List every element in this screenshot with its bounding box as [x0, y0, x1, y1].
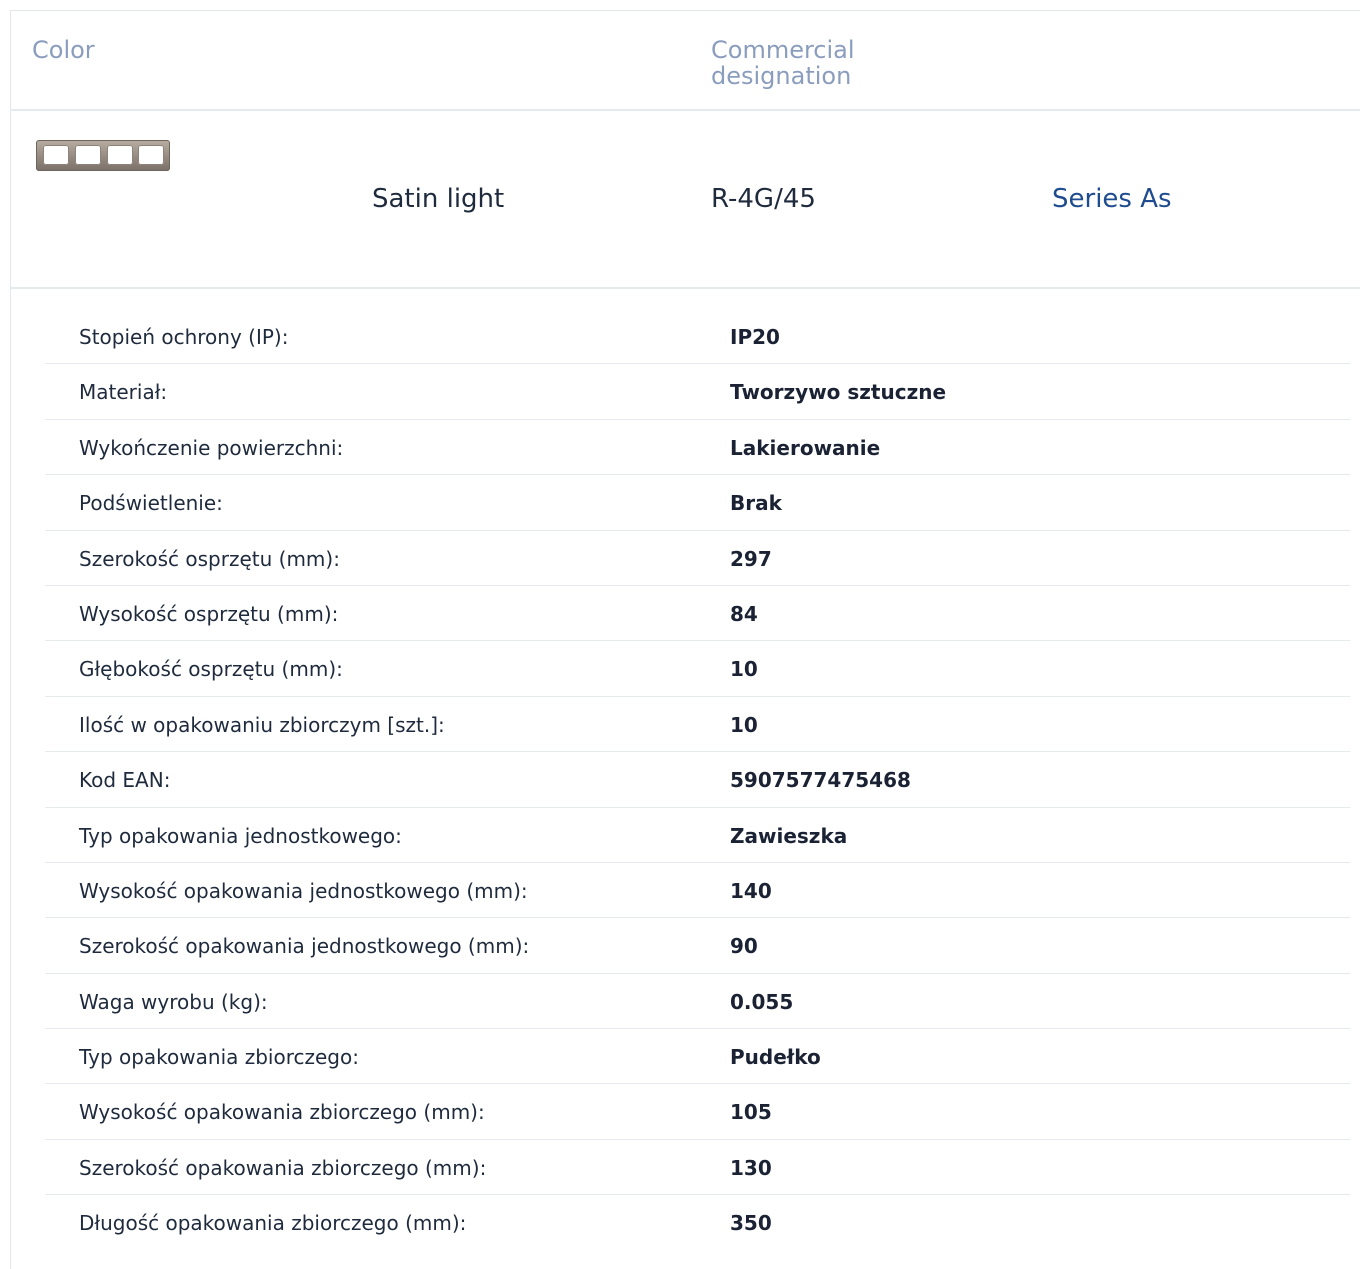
- spec-label: Typ opakowania jednostkowego:: [79, 823, 402, 848]
- frame-slot: [138, 145, 164, 165]
- spec-label: Wykończenie powierzchni:: [79, 435, 344, 460]
- spec-label: Szerokość opakowania jednostkowego (mm):: [79, 934, 530, 959]
- frame-slot: [43, 145, 69, 165]
- spec-row: Kod EAN: 5907577475468: [45, 752, 1350, 808]
- spec-row: Materiał: Tworzywo sztuczne: [45, 364, 1350, 420]
- spec-label: Typ opakowania zbiorczego:: [79, 1045, 359, 1070]
- product-row: Satin light R-4G/45 Series As: [10, 111, 1360, 289]
- spec-value: 0.055: [730, 989, 794, 1014]
- spec-row: Szerokość opakowania zbiorczego (mm): 130: [45, 1140, 1350, 1196]
- spec-row: Typ opakowania jednostkowego: Zawieszka: [45, 808, 1350, 863]
- spec-value: Zawieszka: [730, 823, 848, 848]
- spec-row: Szerokość opakowania jednostkowego (mm):…: [45, 918, 1350, 974]
- spec-row: Wysokość osprzętu (mm): 84: [45, 586, 1350, 642]
- spec-value: Pudełko: [730, 1045, 821, 1070]
- table-header: Color Commercial designation: [10, 10, 1360, 111]
- spec-row: Ilość w opakowaniu zbiorczym [szt.]: 10: [45, 697, 1350, 753]
- frame-4-gang-icon: [36, 140, 170, 171]
- spec-label: Głębokość osprzętu (mm):: [79, 657, 343, 682]
- spec-value: 350: [730, 1211, 772, 1236]
- spec-label: Materiał:: [79, 380, 168, 405]
- spec-label: Stopień ochrony (IP):: [79, 325, 289, 349]
- spec-value: Tworzywo sztuczne: [730, 380, 947, 405]
- spec-row: Waga wyrobu (kg): 0.055: [45, 974, 1350, 1030]
- spec-row: Wysokość opakowania zbiorczego (mm): 105: [45, 1084, 1350, 1140]
- spec-value: Lakierowanie: [730, 435, 881, 460]
- spec-value: 90: [730, 934, 758, 959]
- spec-value: 10: [730, 712, 758, 737]
- spec-label: Wysokość osprzętu (mm):: [79, 601, 339, 626]
- product-color-name: Satin light: [372, 184, 505, 214]
- spec-label: Wysokość opakowania jednostkowego (mm):: [79, 878, 528, 903]
- spec-label: Kod EAN:: [79, 768, 171, 793]
- spec-value: 130: [730, 1155, 772, 1180]
- spec-label: Ilość w opakowaniu zbiorczym [szt.]:: [79, 712, 445, 737]
- product-code: R-4G/45: [711, 184, 816, 214]
- spec-value: 5907577475468: [730, 768, 911, 793]
- series-link[interactable]: Series As: [1052, 184, 1172, 214]
- spec-label: Podświetlenie:: [79, 491, 223, 516]
- spec-value: Brak: [730, 491, 782, 516]
- spec-row: Szerokość osprzętu (mm): 297: [45, 531, 1350, 586]
- header-color: Color: [32, 36, 95, 64]
- spec-label: Długość opakowania zbiorczego (mm):: [79, 1211, 467, 1236]
- spec-row: Głębokość osprzętu (mm): 10: [45, 641, 1350, 697]
- spec-value: 105: [730, 1100, 772, 1125]
- header-commercial-designation: Commercial designation: [711, 36, 855, 90]
- spec-row: Długość opakowania zbiorczego (mm): 350: [45, 1195, 1350, 1250]
- spec-row: Stopień ochrony (IP): IP20: [45, 309, 1350, 365]
- spec-row: Wykończenie powierzchni: Lakierowanie: [45, 420, 1350, 476]
- specifications-list: Stopień ochrony (IP): IP20 Materiał: Tworzy…: [45, 309, 1350, 1251]
- spec-label: Waga wyrobu (kg):: [79, 989, 268, 1014]
- spec-label: Szerokość opakowania zbiorczego (mm):: [79, 1155, 487, 1180]
- frame-slot: [75, 145, 101, 165]
- spec-value: 84: [730, 601, 758, 626]
- frame-slot: [107, 145, 133, 165]
- spec-value: IP20: [730, 325, 780, 349]
- spec-value: 10: [730, 657, 758, 682]
- spec-row: Podświetlenie: Brak: [45, 475, 1350, 531]
- spec-label: Szerokość osprzętu (mm):: [79, 546, 340, 571]
- spec-value: 297: [730, 546, 772, 571]
- spec-value: 140: [730, 878, 772, 903]
- spec-label: Wysokość opakowania zbiorczego (mm):: [79, 1100, 485, 1125]
- spec-row: Wysokość opakowania jednostkowego (mm): 1…: [45, 863, 1350, 919]
- spec-row: Typ opakowania zbiorczego: Pudełko: [45, 1029, 1350, 1085]
